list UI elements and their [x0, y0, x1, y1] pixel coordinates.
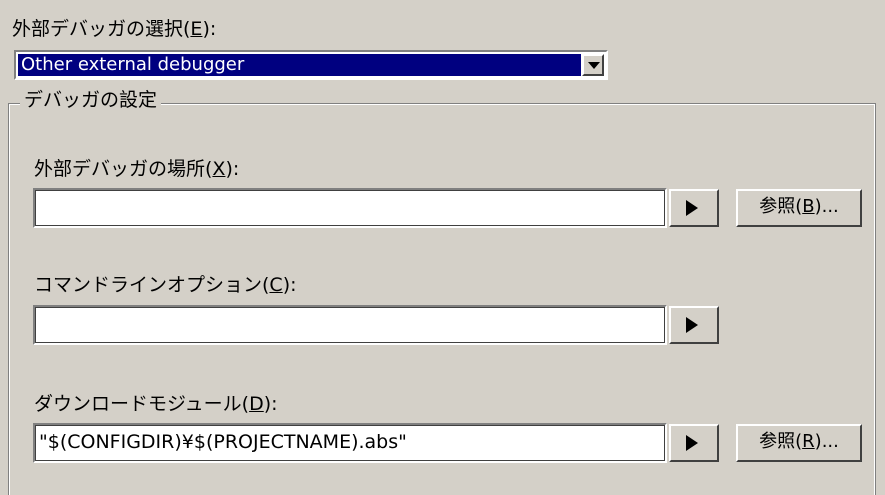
location-browse-label: 参照(	[759, 196, 803, 217]
download-label-suffix: ):	[263, 393, 278, 415]
location-label-suffix: ):	[225, 158, 240, 180]
options-macro-button[interactable]	[669, 306, 719, 344]
location-label-text: 外部デバッガの場所(	[34, 158, 213, 180]
download-browse-label: 参照(	[759, 431, 803, 452]
location-input[interactable]	[33, 188, 667, 228]
location-mnemonic: X	[212, 158, 226, 180]
dropdown-button[interactable]	[582, 54, 604, 76]
download-mnemonic: D	[249, 393, 264, 415]
options-label-text: コマンドラインオプション(	[34, 274, 270, 296]
settings-group-title: デバッガの設定	[20, 88, 162, 112]
download-browse-button[interactable]: 参照(R)...	[736, 424, 862, 462]
debugger-select-label-suffix: ):	[202, 18, 217, 40]
play-arrow-icon	[686, 317, 698, 333]
download-macro-button[interactable]	[669, 424, 719, 462]
download-browse-mnemonic: R	[802, 431, 815, 452]
download-label: ダウンロードモジュール(D):	[34, 392, 278, 416]
location-browse-mnemonic: B	[802, 196, 815, 217]
debugger-select-label: 外部デバッガの選択(E):	[12, 17, 216, 41]
download-input[interactable]: "$(CONFIGDIR)¥$(PROJECTNAME).abs"	[33, 423, 667, 463]
debugger-select-dropdown[interactable]: Other external debugger	[14, 50, 608, 80]
chevron-down-icon	[588, 62, 600, 69]
location-browse-button[interactable]: 参照(B)...	[736, 189, 862, 227]
play-arrow-icon	[686, 200, 698, 216]
debugger-select-label-text: 外部デバッガの選択(	[12, 18, 191, 40]
location-macro-button[interactable]	[669, 189, 719, 227]
download-browse-suffix: )...	[814, 431, 839, 452]
options-label-suffix: ):	[282, 274, 297, 296]
debugger-select-value: Other external debugger	[18, 54, 581, 76]
options-input[interactable]	[33, 305, 667, 345]
download-label-text: ダウンロードモジュール(	[34, 393, 250, 415]
options-mnemonic: C	[269, 274, 283, 296]
location-label: 外部デバッガの場所(X):	[34, 157, 239, 181]
debugger-select-mnemonic: E	[190, 18, 203, 40]
options-label: コマンドラインオプション(C):	[34, 273, 297, 297]
play-arrow-icon	[686, 435, 698, 451]
location-browse-suffix: )...	[814, 196, 839, 217]
